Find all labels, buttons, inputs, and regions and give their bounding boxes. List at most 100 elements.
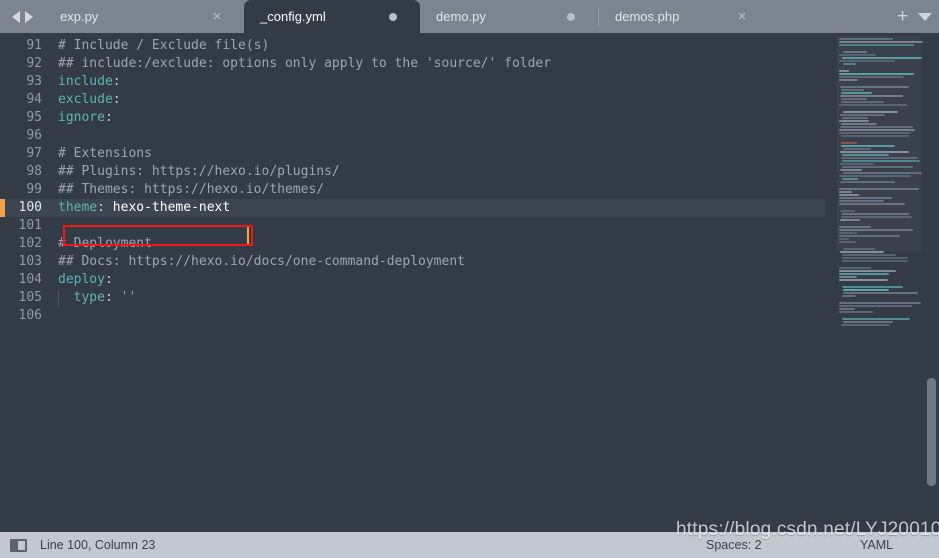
line-number: 101 <box>18 218 42 233</box>
minimap-line <box>839 70 849 72</box>
minimap-line <box>839 235 900 237</box>
token-punc <box>58 290 74 305</box>
code-area[interactable]: 91 # Include / Exclude file(s) 92 ## includ… <box>0 33 825 518</box>
code-line[interactable]: 101 <box>0 217 825 235</box>
minimap-line <box>840 151 909 153</box>
code-text: include: <box>58 73 121 91</box>
minimap-line <box>841 216 912 218</box>
minimap-line <box>839 191 852 193</box>
tab-label: demo.py <box>436 9 486 24</box>
status-line-column[interactable]: Line 100, Column 23 <box>40 538 155 552</box>
minimap[interactable] <box>825 33 939 518</box>
tab-exp-py[interactable]: exp.py × <box>44 0 244 33</box>
line-number: 95 <box>26 110 42 125</box>
code-text: ## Themes: https://hexo.io/themes/ <box>58 181 324 199</box>
dirty-dot-icon[interactable] <box>556 12 586 21</box>
code-line[interactable]: 103 ## Docs: https://hexo.io/docs/one-com… <box>0 253 825 271</box>
code-text: deploy: <box>58 271 113 289</box>
code-line[interactable]: 102 # Deployment <box>0 235 825 253</box>
code-line[interactable]: 95 ignore: <box>0 109 825 127</box>
minimap-line <box>839 41 923 43</box>
token-key: theme <box>58 200 98 215</box>
minimap-line <box>839 302 921 304</box>
triangle-left-icon[interactable] <box>11 10 20 23</box>
minimap-line <box>839 229 913 231</box>
tab-nav-arrows[interactable] <box>0 0 44 33</box>
token-key: deploy <box>58 272 105 287</box>
token-comment: # Deployment <box>58 236 152 251</box>
new-tab-button[interactable]: + <box>897 7 908 26</box>
minimap-line <box>839 54 876 56</box>
line-number: 91 <box>26 38 42 53</box>
code-line[interactable]: 104 deploy: <box>0 271 825 289</box>
line-number: 92 <box>26 56 42 71</box>
minimap-line <box>841 145 895 147</box>
minimap-line <box>840 95 903 97</box>
tab-config-yml[interactable]: _config.yml <box>244 0 420 33</box>
token-comment: ## Plugins: https://hexo.io/plugins/ <box>58 164 340 179</box>
code-line[interactable]: 105 type: '' <box>0 289 825 307</box>
tab-bar-actions: + <box>890 0 939 33</box>
minimap-line <box>839 60 895 62</box>
close-icon[interactable]: × <box>727 9 757 24</box>
token-punc: : <box>104 272 113 287</box>
minimap-line <box>840 126 913 128</box>
code-text: ## include:/exclude: options only apply … <box>58 55 551 73</box>
code-line[interactable]: 100 theme: hexo-theme-next <box>0 199 825 217</box>
minimap-line <box>839 305 912 307</box>
chevron-down-icon[interactable] <box>918 12 933 21</box>
tab-demo-py[interactable]: demo.py <box>420 0 598 33</box>
minimap-line <box>843 289 889 291</box>
vertical-scrollbar-thumb[interactable] <box>927 378 936 486</box>
code-line[interactable]: 97 # Extensions <box>0 145 825 163</box>
code-line[interactable]: 91 # Include / Exclude file(s) <box>0 37 825 55</box>
code-line[interactable]: 98 ## Plugins: https://hexo.io/plugins/ <box>0 163 825 181</box>
minimap-line <box>841 135 909 137</box>
token-punc: : <box>104 290 121 305</box>
minimap-line <box>841 98 867 100</box>
dirty-dot-icon[interactable] <box>378 12 408 21</box>
tab-demos-php[interactable]: demos.php × <box>599 0 769 33</box>
minimap-line <box>843 63 856 65</box>
token-key: ignore <box>58 110 105 125</box>
minimap-line <box>839 273 889 275</box>
minimap-line <box>839 276 857 278</box>
tab-label: exp.py <box>60 9 99 24</box>
minimap-line <box>842 154 889 156</box>
minimap-line <box>839 132 911 134</box>
close-icon[interactable]: × <box>202 9 232 24</box>
code-text: # Extensions <box>58 145 152 163</box>
triangle-right-icon[interactable] <box>24 10 33 23</box>
code-editor[interactable]: 91 # Include / Exclude file(s) 92 ## includ… <box>0 33 939 518</box>
minimap-line <box>840 251 884 253</box>
minimap-line <box>840 181 895 183</box>
minimap-line <box>839 200 884 202</box>
minimap-line <box>842 254 896 256</box>
code-line[interactable]: 99 ## Themes: https://hexo.io/themes/ <box>0 181 825 199</box>
minimap-line <box>842 286 903 288</box>
minimap-line <box>839 197 892 199</box>
editor-window: exp.py × _config.yml demo.py demos.php × + 91… <box>0 0 939 558</box>
minimap-line <box>842 57 922 59</box>
code-line[interactable]: 106 <box>0 307 825 325</box>
code-line[interactable]: 94 exclude: <box>0 91 825 109</box>
minimap-line <box>841 123 877 125</box>
minimap-line <box>842 166 913 168</box>
minimap-line <box>839 73 914 75</box>
line-number: 93 <box>26 74 42 89</box>
minimap-line <box>839 194 859 196</box>
code-text: type: '' <box>58 289 137 307</box>
code-line[interactable]: 93 include: <box>0 73 825 91</box>
code-line[interactable]: 92 ## include:/exclude: options only appl… <box>0 55 825 73</box>
line-number: 99 <box>26 182 42 197</box>
minimap-line <box>843 148 871 150</box>
token-punc: : <box>104 110 113 125</box>
minimap-line <box>841 92 872 94</box>
text-cursor <box>247 227 249 244</box>
tab-label: demos.php <box>615 9 680 24</box>
minimap-line <box>839 175 911 177</box>
code-line[interactable]: 96 <box>0 127 825 145</box>
minimap-line <box>841 89 864 91</box>
minimap-line <box>839 238 849 240</box>
sidebar-toggle-icon[interactable] <box>10 538 27 552</box>
